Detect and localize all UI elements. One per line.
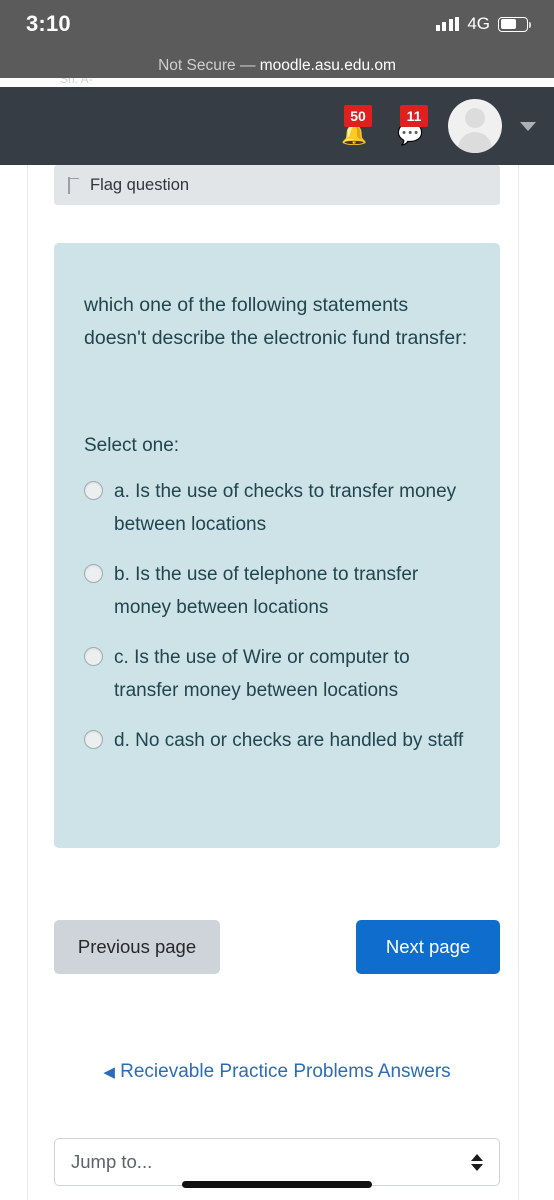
ios-status-bar: 3:10 4G <box>0 0 554 48</box>
network-type-label: 4G <box>467 14 490 33</box>
jump-to-select[interactable]: Jump to... <box>54 1138 500 1186</box>
answer-option[interactable]: c. Is the use of Wire or computer to tra… <box>84 641 470 707</box>
question-text: which one of the following statements do… <box>84 294 468 349</box>
answer-option[interactable]: a. Is the use of checks to transfer mone… <box>84 475 470 541</box>
flag-question-label: Flag question <box>90 175 190 194</box>
answer-body-d: No cash or checks are handled by staff <box>135 730 464 751</box>
previous-page-button[interactable]: Previous page <box>54 920 220 974</box>
signal-bars-icon <box>435 17 460 31</box>
radio-button-a[interactable] <box>84 481 103 500</box>
stepper-arrows-icon <box>471 1153 483 1171</box>
next-page-button[interactable]: Next page <box>356 920 500 974</box>
answer-key-b: b. <box>114 564 130 585</box>
radio-button-d[interactable] <box>84 730 103 749</box>
question-card: which one of the following statements do… <box>54 243 500 848</box>
answer-key-d: d. <box>114 730 130 751</box>
answer-options: a. Is the use of checks to transfer mone… <box>84 475 470 757</box>
left-arrow-icon: ◀ <box>103 1064 115 1081</box>
battery-icon <box>498 16 532 32</box>
answer-label-b: b. Is the use of telephone to transfer m… <box>114 558 470 624</box>
moodle-navbar: 50 🔔 11 💬 <box>0 87 554 165</box>
flag-icon <box>68 176 81 194</box>
chevron-down-icon[interactable] <box>520 121 536 131</box>
insecure-label: Not Secure — <box>158 57 256 74</box>
notifications-badge: 50 <box>344 105 372 127</box>
answer-key-c: c. <box>114 647 129 668</box>
url-host: moodle.asu.edu.om <box>259 57 396 74</box>
browser-chrome: 3:10 4G Not Secure — moodle.asu.edu.om <box>0 0 554 90</box>
notifications-button[interactable]: 50 🔔 <box>336 105 376 147</box>
message-icon: 💬 <box>397 123 424 146</box>
page-peek-strip: Sh. A- <box>0 78 554 87</box>
answer-key-a: a. <box>114 481 130 502</box>
layout-rail-left <box>27 165 28 1200</box>
answer-label-c: c. Is the use of Wire or computer to tra… <box>114 641 470 707</box>
jump-to-label: Jump to... <box>71 1151 153 1172</box>
answer-option[interactable]: d. No cash or checks are handled by staf… <box>84 724 470 757</box>
mobile-screen: 3:10 4G Not Secure — moodle.asu.edu.om S… <box>0 0 554 1200</box>
layout-rail-right <box>518 165 519 1200</box>
page-navigation-buttons: Previous page Next page <box>54 920 500 974</box>
user-avatar-icon[interactable] <box>448 99 502 153</box>
bell-icon: 🔔 <box>341 123 368 146</box>
radio-button-c[interactable] <box>84 647 103 666</box>
status-indicators: 4G <box>435 14 532 34</box>
previous-activity-label: Recievable Practice Problems Answers <box>120 1061 451 1082</box>
peek-text: Sh. A- <box>60 78 93 86</box>
quiz-page: Flag question which one of the following… <box>0 165 554 1200</box>
radio-button-b[interactable] <box>84 564 103 583</box>
select-one-prompt: Select one: <box>84 435 180 456</box>
messages-button[interactable]: 11 💬 <box>392 105 432 147</box>
answer-option[interactable]: b. Is the use of telephone to transfer m… <box>84 558 470 624</box>
flag-question-bar[interactable]: Flag question <box>54 165 500 205</box>
status-clock: 3:10 <box>26 11 71 36</box>
answer-body-b: Is the use of telephone to transfer mone… <box>114 564 419 618</box>
ios-home-indicator <box>182 1181 372 1188</box>
answer-label-a: a. Is the use of checks to transfer mone… <box>114 475 470 541</box>
answer-label-d: d. No cash or checks are handled by staf… <box>114 724 470 757</box>
previous-activity-link[interactable]: ◀ Recievable Practice Problems Answers <box>54 1055 500 1089</box>
answer-body-a: Is the use of checks to transfer money b… <box>114 481 457 535</box>
answer-body-c: Is the use of Wire or computer to transf… <box>114 647 410 701</box>
messages-badge: 11 <box>400 105 428 127</box>
